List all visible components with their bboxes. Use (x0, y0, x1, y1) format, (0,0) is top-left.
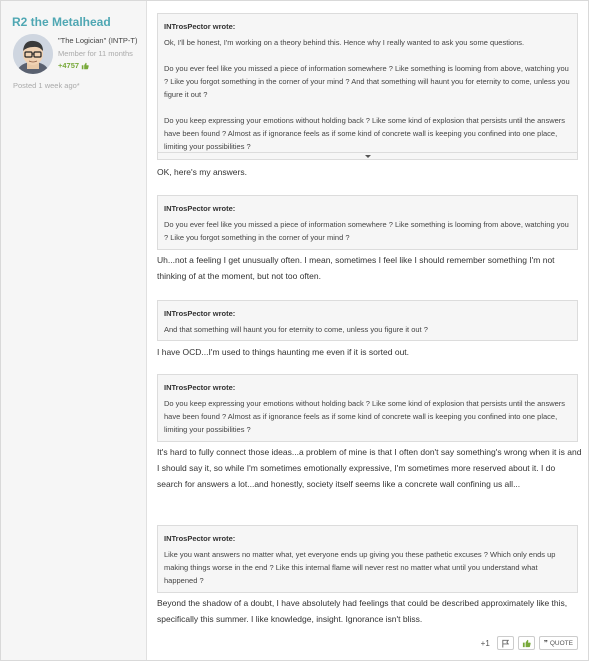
avatar-image (13, 34, 53, 74)
post-timestamp: Posted 1 week ago* (13, 81, 80, 90)
quote-paragraph: Ok, I'll be honest, I'm working on a the… (164, 38, 525, 47)
member-duration: Member for 11 months (58, 49, 133, 58)
quote-paragraph: Do you ever feel like you missed a piece… (164, 64, 570, 99)
like-icon (522, 639, 531, 647)
quote-author: INTrosPector wrote: (164, 309, 236, 318)
forum-post: R2 the Metalhead "The Logician" (INTP-T)… (0, 0, 589, 661)
reply-text: I have OCD...I'm used to things haunting… (157, 347, 410, 357)
author-name-link[interactable]: R2 the Metalhead (12, 15, 111, 29)
quote-text: And that something will haunt you for et… (164, 325, 428, 334)
reply-text: Beyond the shadow of a doubt, I have abs… (157, 598, 568, 624)
post-actions: +1 ❞ QUOTE (481, 636, 578, 650)
flag-icon (502, 639, 509, 648)
thumbs-up-icon (81, 62, 89, 69)
like-count: +1 (480, 638, 490, 648)
quote-icon: ❞ (543, 640, 548, 647)
reply-text: OK, here's my answers. (157, 167, 247, 177)
reputation-score: +4757 (58, 61, 89, 70)
quote-block: INTrosPector wrote: Like you want answer… (157, 525, 578, 593)
quote-button[interactable]: ❞ QUOTE (538, 636, 578, 650)
quote-author: INTrosPector wrote: (164, 204, 236, 213)
quote-author: INTrosPector wrote: (164, 534, 236, 543)
quote-paragraph: Do you keep expressing your emotions wit… (164, 116, 566, 151)
quote-block: INTrosPector wrote: And that something w… (157, 300, 578, 341)
quote-text: Like you want answers no matter what, ye… (164, 550, 556, 585)
quote-text: Do you ever feel like you missed a piece… (164, 220, 569, 242)
avatar[interactable] (13, 34, 53, 74)
post-content: INTrosPector wrote: Ok, I'll be honest, … (147, 1, 588, 660)
quote-block: INTrosPector wrote: Do you keep expressi… (157, 374, 578, 442)
quote-author: INTrosPector wrote: (164, 22, 236, 31)
reply-text: It's hard to fully connect those ideas..… (157, 447, 582, 489)
reply-text: Uh...not a feeling I get unusually often… (157, 255, 555, 281)
scroll-down-icon (364, 154, 371, 158)
reputation-value: +4757 (58, 61, 80, 70)
quote-block: INTrosPector wrote: Do you ever feel lik… (157, 195, 578, 250)
user-title: "The Logician" (INTP-T) (58, 36, 138, 45)
quote-button-label: QUOTE (549, 639, 573, 647)
quote-block[interactable]: INTrosPector wrote: Ok, I'll be honest, … (157, 13, 578, 160)
author-sidebar: R2 the Metalhead "The Logician" (INTP-T)… (1, 1, 147, 660)
like-button[interactable] (517, 636, 535, 650)
quote-author: INTrosPector wrote: (164, 383, 236, 392)
report-button[interactable] (496, 636, 514, 650)
quote-text: Do you keep expressing your emotions wit… (164, 399, 566, 434)
quote-expand-toggle[interactable] (158, 152, 577, 159)
